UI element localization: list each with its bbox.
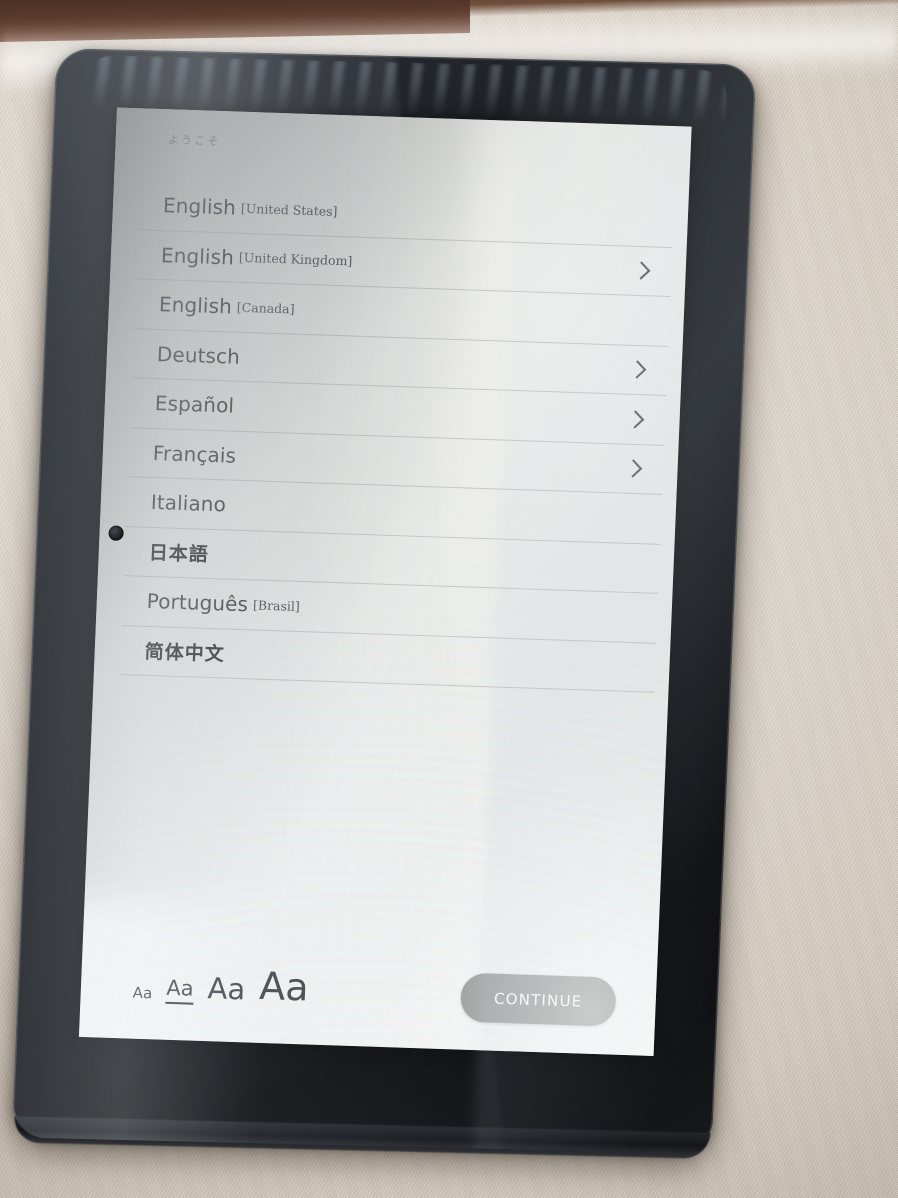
language-region: [Brasil] (252, 597, 301, 614)
language-name: Português (146, 589, 249, 617)
language-name: Français (152, 440, 237, 468)
chevron-right-icon[interactable] (632, 261, 651, 280)
language-region: [United States] (240, 200, 338, 219)
language-name: English (158, 292, 233, 319)
setup-language-page: ようこそ English [United States] English [Un… (79, 108, 692, 1056)
chevron-right-icon[interactable] (623, 459, 643, 478)
bottom-action-bar: Aa Aa Aa Aa CONTINUE (79, 917, 659, 1056)
tablet-screen[interactable]: ようこそ English [United States] English [Un… (78, 107, 692, 1056)
font-size-option-smallest[interactable]: Aa (132, 984, 152, 1004)
language-name: 日本語 (148, 542, 210, 567)
font-size-option-small-selected[interactable]: Aa (165, 976, 194, 1005)
language-name: English (160, 242, 235, 270)
welcome-heading: ようこそ (167, 133, 221, 149)
language-region: [United Kingdom] (238, 249, 353, 269)
language-name: 简体中文 (144, 641, 226, 666)
continue-button[interactable]: CONTINUE (459, 972, 617, 1027)
language-list: English [United States] English [United … (119, 180, 675, 693)
chevron-right-icon[interactable] (625, 410, 645, 429)
tablet-device: ようこそ English [United States] English [Un… (11, 48, 757, 1159)
language-name: Deutsch (156, 341, 241, 369)
font-size-selector: Aa Aa Aa Aa (132, 963, 310, 1010)
font-size-option-medium[interactable]: Aa (207, 971, 246, 1006)
language-region: [Canada] (236, 299, 295, 317)
font-size-option-large[interactable]: Aa (259, 964, 310, 1010)
language-name: Italiano (150, 490, 227, 517)
chevron-right-icon[interactable] (627, 360, 647, 379)
language-name: Español (154, 391, 235, 418)
language-name: English (162, 193, 237, 220)
